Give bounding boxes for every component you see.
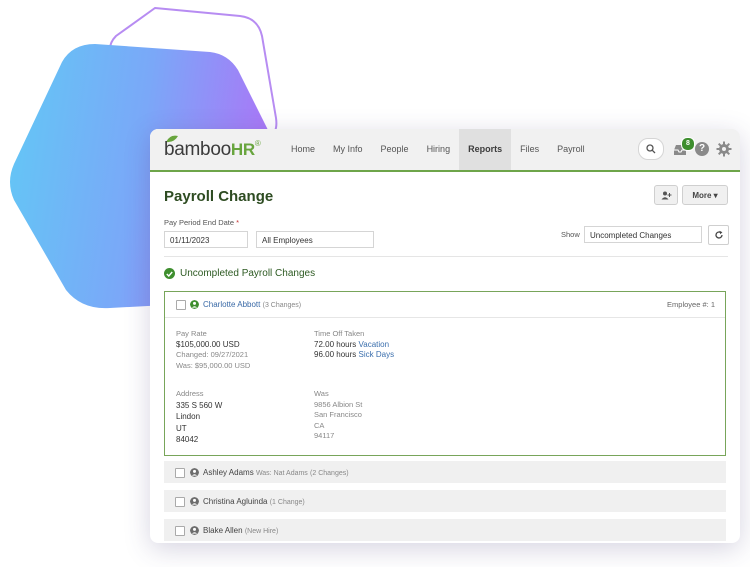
time-off-hours: 72.00 hours: [314, 339, 357, 349]
check-circle-icon: [164, 268, 175, 279]
address-line: UT: [176, 423, 187, 433]
nav-item-files[interactable]: Files: [511, 129, 548, 170]
time-off-entry: 96.00 hours Sick Days: [314, 350, 394, 361]
employee-name-link[interactable]: Charlotte Abbott (3 Changes): [203, 300, 301, 309]
select-checkbox[interactable]: [175, 526, 185, 536]
employee-name[interactable]: Ashley Adams: [203, 468, 254, 477]
pay-rate-was: Was: $95,000.00 USD: [176, 360, 251, 370]
person-icon: [190, 468, 199, 477]
refresh-icon: [714, 230, 723, 239]
person-icon: [190, 300, 199, 309]
change-count: (3 Changes): [262, 302, 302, 309]
time-off-field: Time Off Taken 72.00 hours Vacation 96.0…: [314, 329, 394, 361]
previous-address-field: Was 9856 Albion St San Francisco CA 9411…: [314, 389, 362, 442]
section-title-text: Uncompleted Payroll Changes: [180, 268, 316, 279]
nav-item-payroll[interactable]: Payroll: [548, 129, 594, 170]
address-field: Address 335 S 560 W Lindon UT 84042: [176, 389, 222, 446]
required-marker: *: [236, 218, 240, 227]
address-label: Address: [176, 389, 204, 398]
person-icon: [190, 526, 199, 535]
nav-item-my-info[interactable]: My Info: [324, 129, 372, 170]
change-count: (New Hire): [244, 528, 279, 535]
select-checkbox[interactable]: [175, 497, 185, 507]
address-line: 84042: [176, 435, 199, 444]
show-label: Show: [561, 230, 580, 239]
show-filter-select[interactable]: Uncompleted Changes: [584, 226, 702, 243]
page-title: Payroll Change: [164, 188, 274, 205]
time-off-type-link[interactable]: Sick Days: [359, 350, 395, 359]
logo-text: bamboo: [164, 139, 231, 160]
search-button[interactable]: [638, 138, 664, 160]
payroll-change-card-expanded[interactable]: Charlotte Abbott (3 Changes) Employee #:…: [164, 291, 726, 456]
employee-number: Employee #: 1: [667, 300, 715, 309]
nav-item-home[interactable]: Home: [282, 129, 324, 170]
nav-right-tools: 8 ?: [638, 137, 732, 160]
inbox-button[interactable]: 8: [674, 137, 695, 157]
app-window: bambooHR® Home My Info People Hiring Rep…: [150, 129, 740, 543]
pay-period-end-label: Pay Period End Date *: [164, 218, 239, 227]
logo-reg: ®: [254, 139, 261, 148]
previous-address-line: 9856 Albion St: [314, 399, 363, 409]
more-button[interactable]: More ▾: [682, 185, 728, 205]
pay-rate-field: Pay Rate $105,000.00 USD Changed: 09/27/…: [176, 329, 250, 371]
address-line: Lindon: [176, 412, 201, 421]
nav-item-hiring[interactable]: Hiring: [418, 129, 460, 170]
employee-name[interactable]: Christina Agluinda: [203, 497, 267, 506]
pay-rate-value: $105,000.00 USD: [176, 339, 240, 349]
search-icon: [646, 144, 656, 154]
pay-period-end-label-text: Pay Period End Date: [164, 218, 235, 227]
pay-rate-label: Pay Rate: [176, 329, 207, 338]
change-count: (2 Changes): [310, 470, 349, 477]
payroll-change-row[interactable]: Christina Agluinda (1 Change): [164, 490, 726, 512]
divider: [164, 256, 728, 257]
nav-item-people[interactable]: People: [372, 129, 418, 170]
nav-item-reports[interactable]: Reports: [459, 129, 512, 170]
previous-name: Was: Nat Adams: [255, 470, 308, 477]
payroll-change-row[interactable]: Ashley Adams Was: Nat Adams (2 Changes): [164, 461, 726, 483]
address-line: 335 S 560 W: [176, 400, 223, 410]
previous-address-line: San Francisco: [314, 410, 362, 419]
time-off-type-link[interactable]: Vacation: [359, 340, 390, 349]
person-icon: [190, 497, 199, 506]
previous-address-line: 94117: [314, 431, 335, 440]
add-employee-button[interactable]: [654, 185, 678, 205]
change-count: (1 Change): [269, 499, 305, 506]
time-off-hours: 96.00 hours: [314, 350, 357, 359]
payroll-change-row[interactable]: Blake Allen (New Hire): [164, 519, 726, 541]
nav-items: Home My Info People Hiring Reports Files…: [282, 129, 594, 170]
bamboohr-logo[interactable]: bambooHR®: [164, 139, 261, 161]
help-icon[interactable]: ?: [695, 142, 709, 156]
logo-hr: HR: [230, 140, 255, 159]
time-off-entry: 72.00 hours Vacation: [314, 340, 394, 351]
previous-address-line: CA: [314, 420, 325, 430]
time-off-label: Time Off Taken: [314, 329, 365, 338]
previous-address-label: Was: [314, 389, 329, 398]
refresh-button[interactable]: [708, 225, 729, 245]
section-title: Uncompleted Payroll Changes: [164, 268, 315, 279]
inbox-count-badge: 8: [681, 137, 695, 151]
select-checkbox[interactable]: [176, 300, 186, 310]
pay-rate-changed: Changed: 09/27/2021: [176, 350, 249, 359]
employee-name[interactable]: Blake Allen: [203, 526, 243, 535]
gear-icon[interactable]: [716, 141, 732, 157]
employee-filter-select[interactable]: All Employees: [256, 231, 374, 248]
employee-name: Charlotte Abbott: [203, 300, 261, 309]
add-person-icon: [661, 191, 671, 199]
top-navigation: bambooHR® Home My Info People Hiring Rep…: [150, 129, 740, 172]
title-actions: More ▾: [654, 185, 728, 205]
row-employee: Ashley Adams Was: Nat Adams (2 Changes): [203, 468, 349, 477]
pay-period-end-date-input[interactable]: 01/11/2023: [164, 231, 248, 248]
select-checkbox[interactable]: [175, 468, 185, 478]
card-header[interactable]: Charlotte Abbott (3 Changes) Employee #:…: [165, 292, 725, 318]
row-employee: Blake Allen (New Hire): [203, 526, 278, 535]
row-employee: Christina Agluinda (1 Change): [203, 497, 305, 506]
